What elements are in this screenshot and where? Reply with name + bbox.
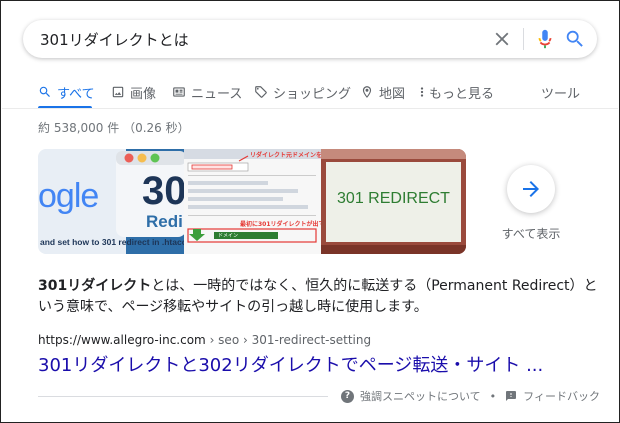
thumbnail-graphic [184,149,321,254]
tabs-divider [2,108,618,109]
result-title-link[interactable]: 301リダイレクトと302リダイレクトでページ転送・サイト ... [38,351,543,377]
footer-separator: • [489,389,497,403]
search-icon[interactable] [564,28,586,50]
thumbnail-callout-top: リダイレクト元ドメインを入力 [250,152,321,159]
tab-more[interactable]: もっと見る [418,79,494,105]
news-icon [173,87,185,97]
image-icon [112,86,124,98]
search-icon [39,86,50,97]
thumbnail-button-text: ドメイン [218,233,239,239]
image-thumbnail-3[interactable]: 301 REDIRECT [321,149,466,254]
tab-label: ショッピング [273,86,352,102]
tab-news[interactable]: ニュース [172,79,242,105]
image-carousel: ogle 30 Redi and set how to 301 redirect… [38,149,466,254]
result-url: https://www.allegro-inc.com › seo › 301-… [38,333,371,347]
thumbnail-sub-text: Redi [146,212,183,231]
tab-shopping[interactable]: ショッピング [254,79,351,105]
tab-images[interactable]: 画像 [111,79,156,105]
tab-label: すべて [57,86,95,102]
tab-tools[interactable]: ツール [541,79,580,105]
thumbnail-caption: and set how to 301 redirect in .htacc [40,237,184,247]
tab-label: もっと見る [429,86,495,102]
tab-all[interactable]: すべて [38,79,95,105]
result-domain: https://www.allegro-inc.com [38,333,206,347]
map-pin-icon [362,86,372,98]
result-path: › seo › 301-redirect-setting [205,333,372,347]
search-box-divider [523,28,524,50]
tag-icon [255,86,267,98]
more-images-button[interactable] [507,165,555,213]
thumbnail-text: 301 REDIRECT [337,190,450,207]
image-thumbnail-2[interactable]: リダイレクト元ドメインを入力 最初に301リダイレクトが出てきます ドメイン [184,149,321,254]
more-images-label[interactable]: すべて表示 [499,225,563,242]
search-input[interactable]: 301リダイレクトとは [40,29,189,50]
search-box[interactable]: 301リダイレクトとは [23,20,597,58]
featured-snippet-text: 301リダイレクトとは、一時的ではなく、恒久的に転送する（Permanent R… [38,276,598,318]
tab-label: ツール [541,86,581,102]
feedback-icon [506,391,517,401]
tab-label: 地図 [379,86,406,102]
microphone-icon[interactable] [534,27,556,51]
logo-text: ogle [38,177,99,215]
tab-label: ニュース [191,86,243,102]
tab-label: 画像 [130,86,157,102]
more-vert-icon [420,87,424,97]
result-stats: 約 538,000 件 （0.26 秒） [38,121,190,135]
footer-divider [38,396,328,397]
arrow-right-icon [523,181,539,197]
image-thumbnail-1[interactable]: ogle 30 Redi and set how to 301 redirect… [38,149,184,254]
help-icon: ? [341,389,354,403]
snippet-footer: ? 強調スニペットについて • フィードバック [341,388,600,404]
about-snippets-link[interactable]: 強調スニペットについて [360,388,481,404]
thumbnail-callout-bottom: 最初に301リダイレクトが出てきます [240,221,321,228]
snippet-bold-term: 301リダイレクト [38,278,152,294]
tab-maps[interactable]: 地図 [360,79,405,105]
thumbnail-big-text: 30 [142,169,184,213]
search-results-page: 301リダイレクトとは すべて 画像 ニュース ショッピング 地図 もっと見る … [0,0,620,423]
clear-icon[interactable] [491,28,513,50]
feedback-link[interactable]: フィードバック [523,388,600,404]
